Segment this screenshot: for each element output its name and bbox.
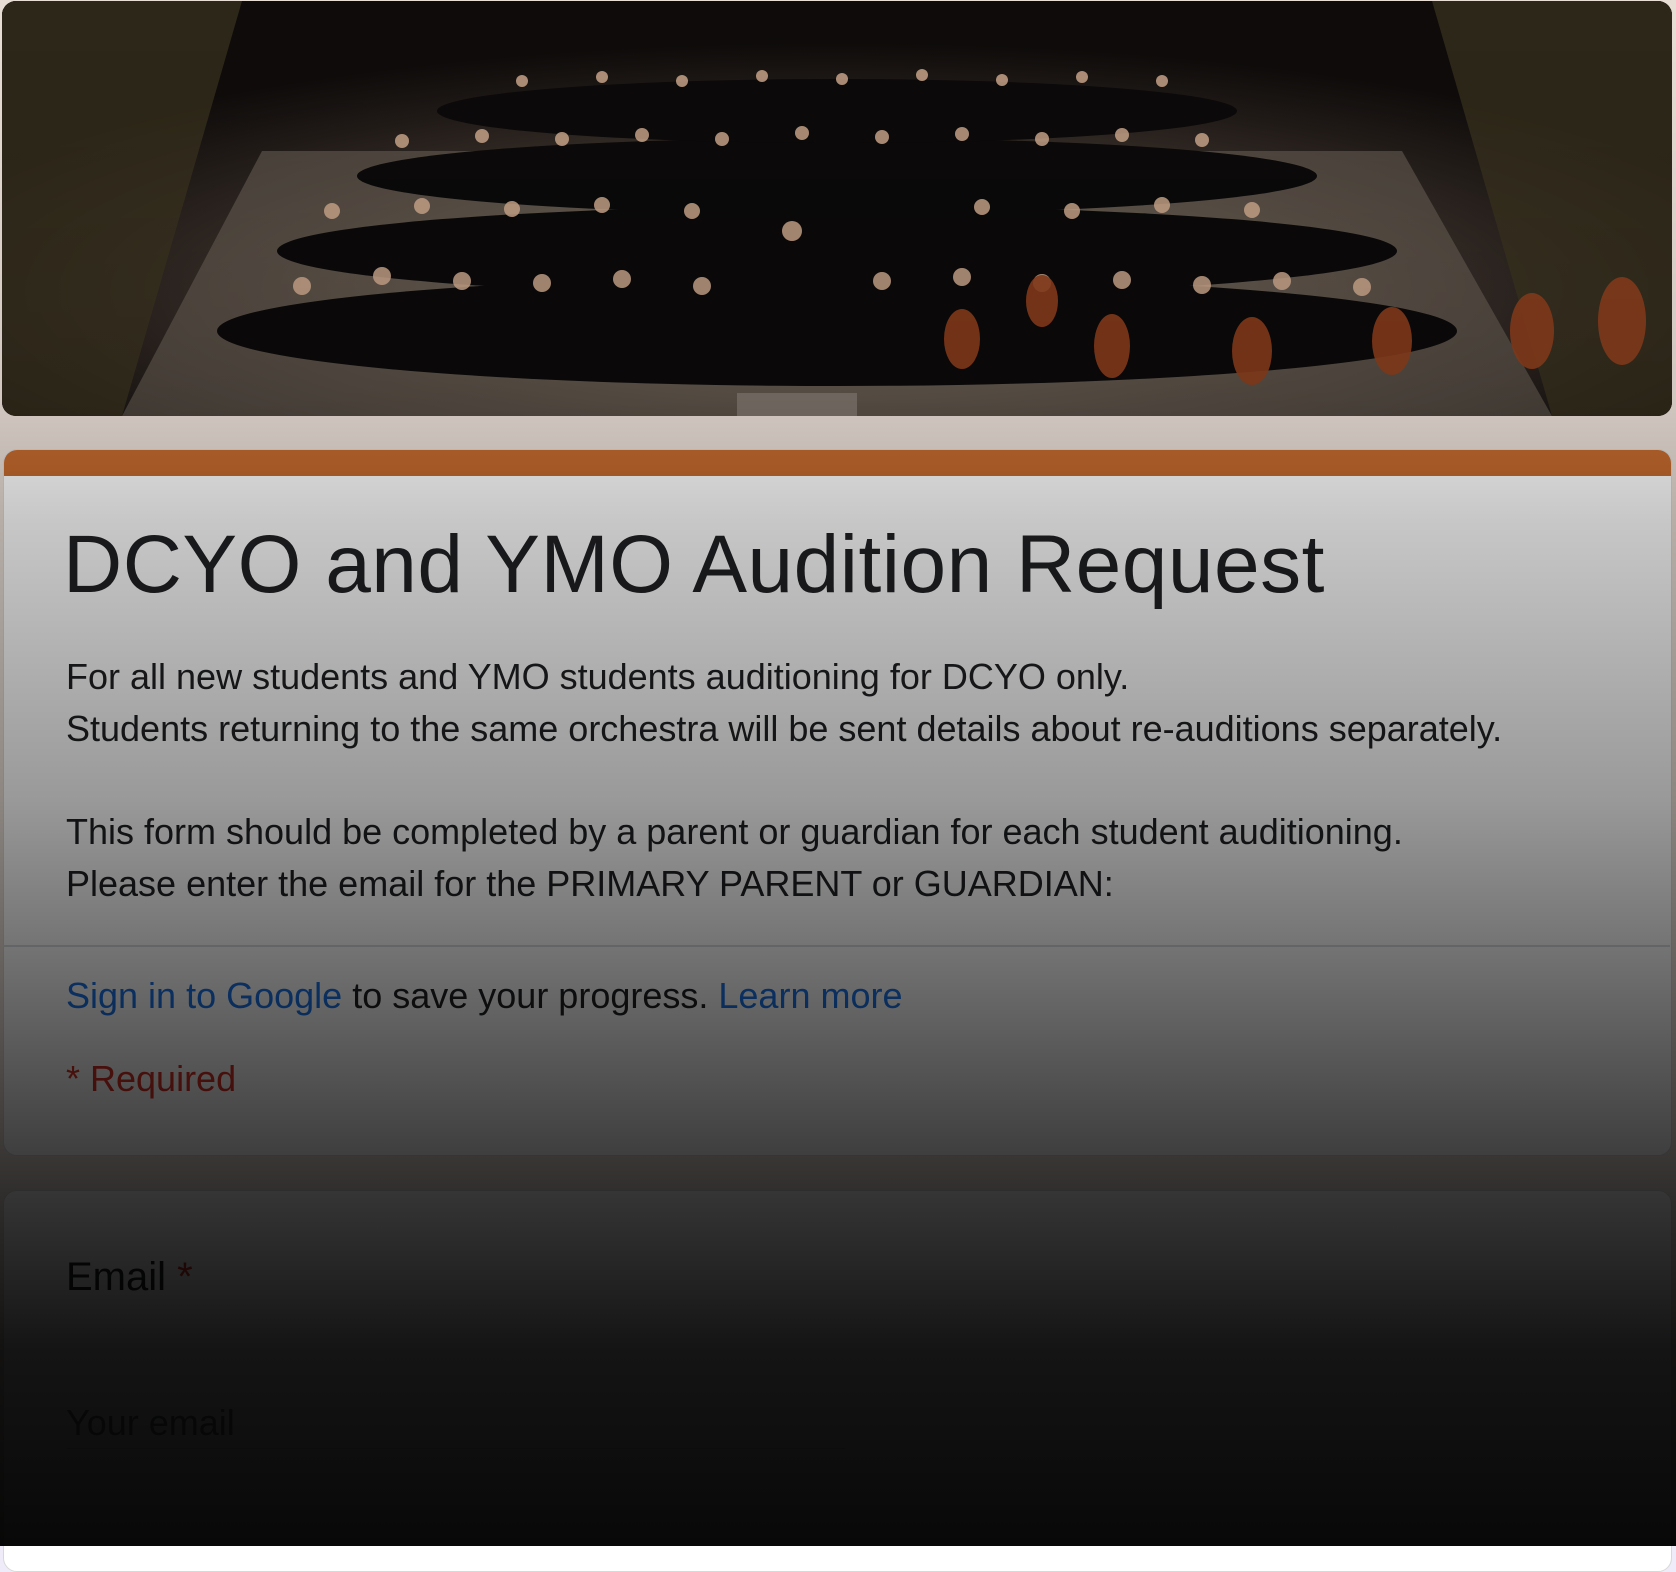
required-star: *: [177, 1255, 193, 1299]
form-description-line-4: This form should be completed by a paren…: [66, 811, 1403, 852]
orchestra-photo: [2, 1, 1672, 416]
form-description-line-2: Students returning to the same orchestra…: [66, 708, 1503, 749]
required-note: * Required: [66, 1058, 237, 1099]
header-divider: [3, 945, 1670, 947]
email-input[interactable]: [66, 1398, 846, 1449]
signin-link[interactable]: Sign in to Google: [66, 975, 342, 1016]
email-question-card: [3, 1190, 1672, 1572]
form-title: DCYO and YMO Audition Request: [63, 519, 1325, 610]
form-description-line-5: Please enter the email for the PRIMARY P…: [66, 863, 1114, 904]
email-label-text: Email: [66, 1255, 167, 1299]
learn-more-link[interactable]: Learn more: [718, 975, 902, 1016]
form-page: DCYO and YMO Audition Request For all ne…: [0, 0, 1676, 1572]
banner-image: [2, 1, 1672, 416]
form-description-line-1: For all new students and YMO students au…: [66, 656, 1130, 697]
signin-row: Sign in to Google to save your progress.…: [66, 975, 903, 1017]
email-question-label: Email *: [66, 1255, 193, 1300]
accent-bar: [4, 450, 1671, 476]
signin-text: to save your progress.: [352, 975, 709, 1016]
